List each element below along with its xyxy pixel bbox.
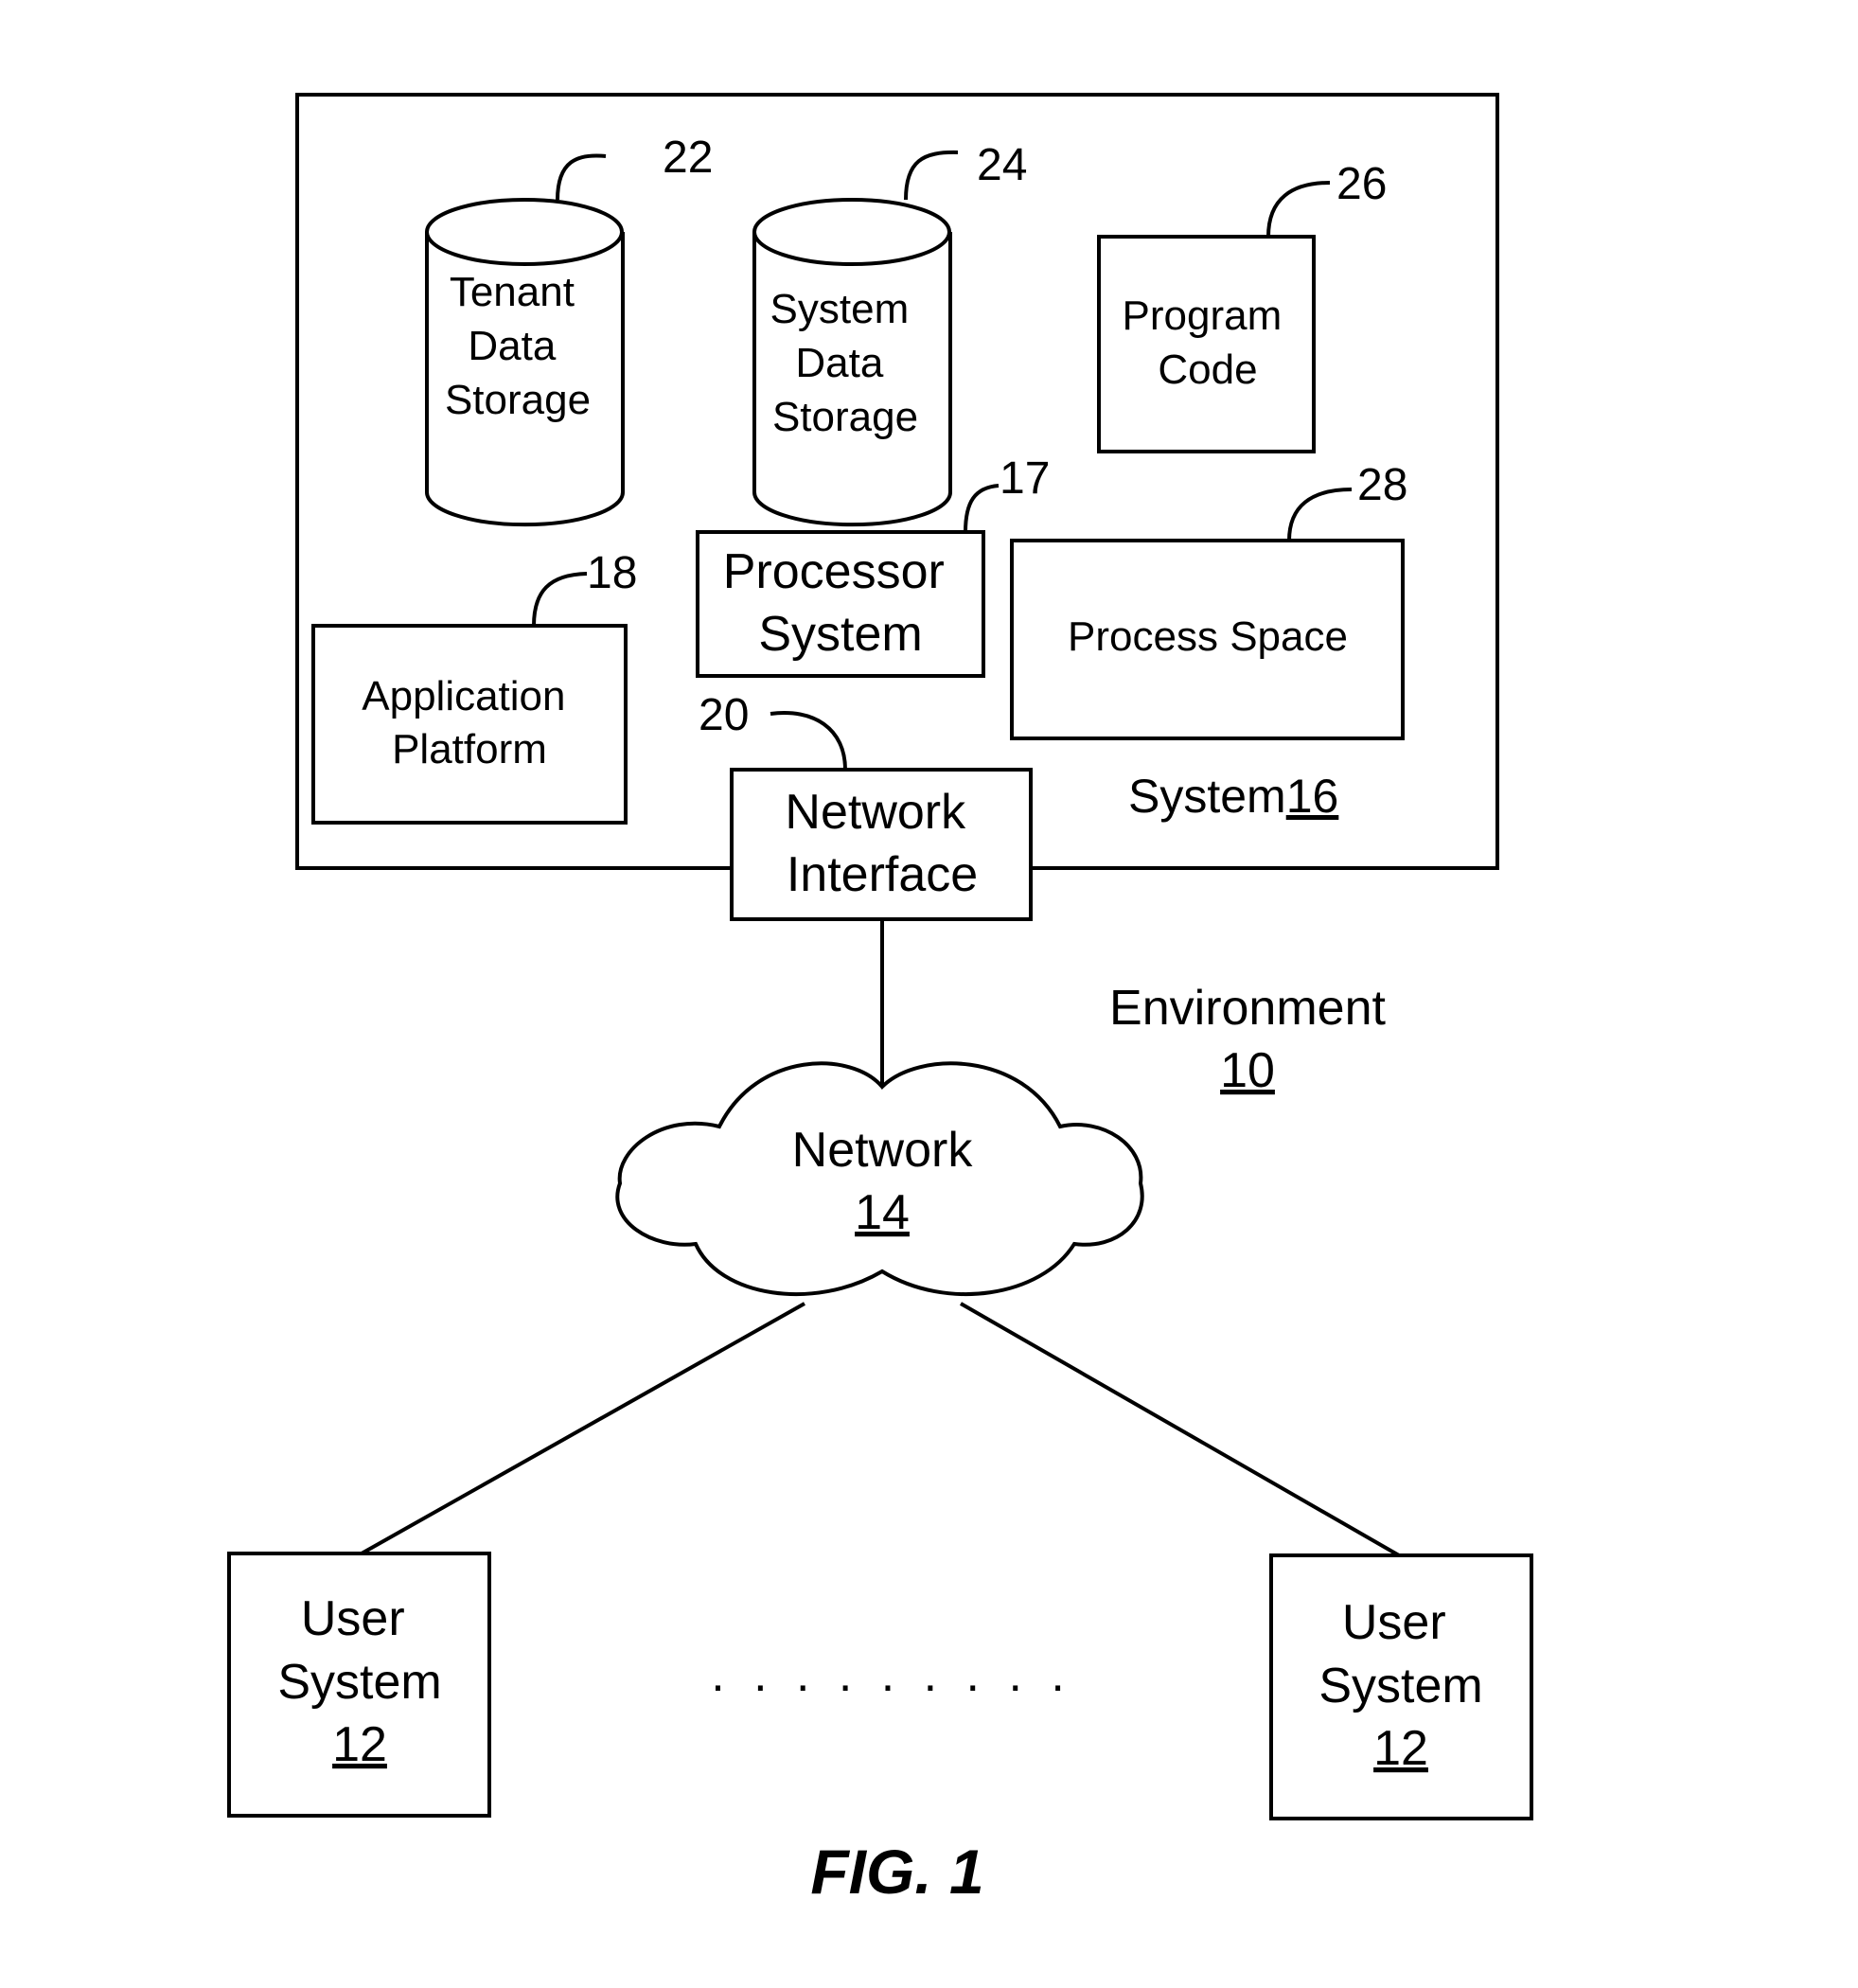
ref-17: 17	[1000, 453, 1050, 504]
program-code-label: Program Code	[1123, 293, 1294, 393]
user-system-ref-right: 12	[1373, 1721, 1428, 1776]
leader-20	[770, 711, 847, 771]
leader-24	[904, 150, 959, 201]
user-system-link-left	[361, 1302, 805, 1555]
ref-22: 22	[663, 133, 713, 183]
leader-17	[964, 484, 1000, 533]
system-ref: 16	[1286, 770, 1339, 823]
leader-26	[1266, 181, 1331, 238]
environment-ref: 10	[1220, 1043, 1275, 1098]
ref-26: 26	[1336, 159, 1387, 209]
ref-18: 18	[587, 548, 637, 598]
user-system-ref-left: 12	[332, 1717, 387, 1772]
user-system-label-right: User System	[1318, 1595, 1482, 1713]
network-ref: 14	[855, 1185, 910, 1240]
network-label: Network	[792, 1123, 974, 1178]
application-platform-label: Application Platform	[362, 673, 577, 772]
system-label: System16	[1128, 770, 1338, 823]
leader-18	[532, 572, 588, 627]
process-space-label: Process Space	[1068, 613, 1348, 660]
leader-22	[556, 153, 607, 201]
ref-20: 20	[699, 690, 749, 740]
ellipsis: . . . . . . . . .	[711, 1647, 1072, 1702]
leader-28	[1287, 488, 1353, 541]
system-storage-label: System Data Storage	[770, 286, 921, 440]
program-code-box	[1097, 235, 1316, 453]
user-system-label-left: User System	[277, 1591, 441, 1710]
ref-24: 24	[977, 140, 1027, 190]
network-cloud	[615, 1061, 1144, 1297]
ref-28: 28	[1357, 460, 1407, 510]
tenant-storage-label: Tenant Data Storage	[445, 269, 591, 423]
environment-diagram: Tenant Data Storage 22 System Data Stora…	[227, 93, 1533, 1907]
processor-system-label: Processor System	[723, 544, 959, 662]
user-system-link-right	[960, 1302, 1400, 1557]
figure-caption: FIG. 1	[810, 1837, 983, 1907]
environment-label: Environment	[1109, 981, 1386, 1036]
application-platform-box	[311, 624, 628, 825]
